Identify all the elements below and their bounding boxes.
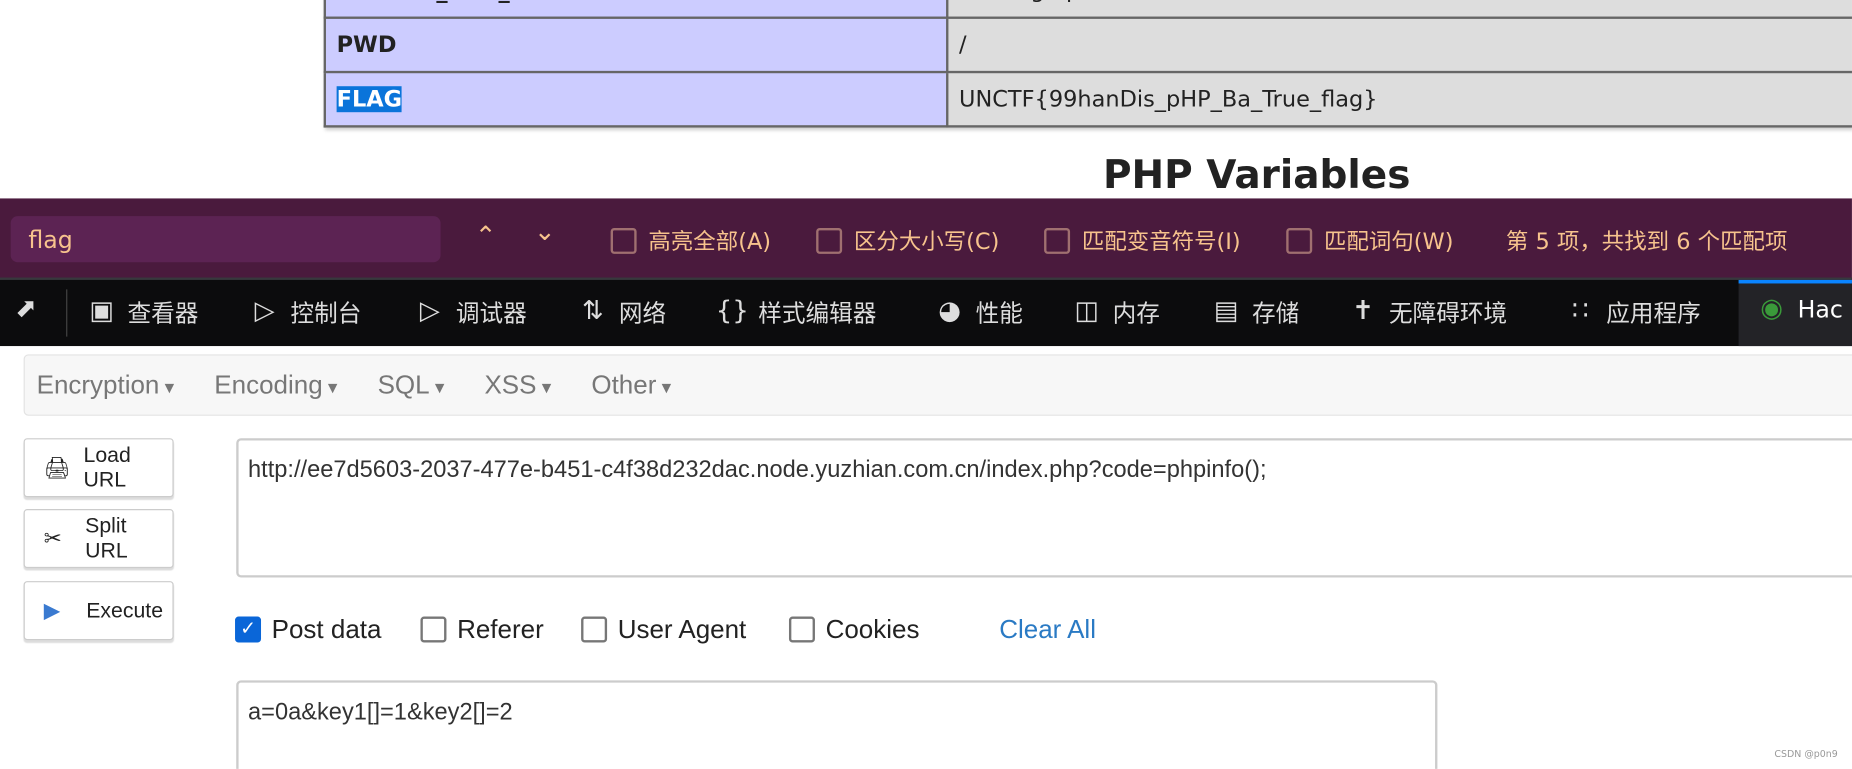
option-label: 匹配词句(W): [1324, 229, 1454, 256]
style-editor-icon: {}: [715, 296, 749, 326]
tab-label: 查看器: [127, 298, 199, 328]
env-name: PWD: [323, 16, 949, 74]
match-status: 第 5 项，共找到 6 个匹配项: [1505, 229, 1788, 256]
hackbar-menu: Encryption Encoding SQL XSS Other: [23, 354, 1852, 416]
accessibility-icon: ✝: [1352, 296, 1374, 326]
menu-encryption[interactable]: Encryption: [37, 370, 175, 401]
tab-label: Hac: [1797, 294, 1843, 324]
table-row: APACHE_LOG_DIR/var/log/apache2: [323, 0, 1852, 19]
play-icon: ▶: [43, 598, 61, 622]
match-case-checkbox[interactable]: 区分大小写(C): [816, 224, 999, 256]
tab-label: 无障碍环境: [1388, 298, 1508, 328]
tab-network[interactable]: ⇅ 网络: [576, 294, 666, 328]
chevron-up-icon[interactable]: ⌃: [475, 222, 497, 252]
clear-all-link[interactable]: Clear All: [999, 614, 1096, 645]
tab-label: 性能: [975, 298, 1023, 328]
tab-console[interactable]: ▷ 控制台: [248, 294, 362, 328]
menu-other[interactable]: Other: [591, 370, 671, 401]
env-name-highlighted: FLAG: [336, 86, 403, 113]
tab-application[interactable]: ∷ 应用程序: [1564, 294, 1701, 328]
menu-encoding[interactable]: Encoding: [214, 370, 337, 401]
env-value: UNCTF{99hanDis_pHP_Ba_True_flag}: [946, 70, 1852, 128]
tab-label: 样式编辑器: [758, 298, 877, 328]
option-label: Cookies: [825, 614, 920, 644]
scissors-icon: ✂: [43, 526, 62, 550]
user-agent-checkbox[interactable]: User Agent: [581, 614, 746, 645]
network-icon: ⇅: [582, 296, 604, 326]
execute-button[interactable]: ▶ Execute: [23, 581, 174, 641]
button-label: Load URL: [83, 442, 131, 492]
element-picker-icon[interactable]: ⬈: [9, 294, 42, 324]
console-icon: ▷: [254, 296, 275, 326]
storage-icon: ▤: [1213, 296, 1239, 326]
tab-style-editor[interactable]: {} 样式编辑器: [716, 294, 877, 328]
chevron-down-icon[interactable]: ⌄: [534, 217, 556, 247]
option-label: 区分大小写(C): [853, 229, 1000, 256]
url-textarea[interactable]: http://ee7d5603-2037-477e-b451-c4f38d232…: [236, 438, 1852, 578]
tab-label: 应用程序: [1606, 298, 1701, 328]
post-data-textarea[interactable]: a=0a&key1[]=1&key2[]=2: [236, 680, 1438, 769]
option-label: 匹配变音符号(I): [1081, 229, 1241, 256]
split-url-button[interactable]: ✂ Split URL: [23, 509, 174, 569]
match-diacritics-checkbox[interactable]: 匹配变音符号(I): [1044, 224, 1241, 256]
table-row: FLAG UNCTF{99hanDis_pHP_Ba_True_flag}: [323, 70, 1852, 128]
performance-icon: ◕: [938, 296, 961, 326]
hackbar-icon: ◉: [1760, 294, 1783, 324]
find-input[interactable]: [10, 216, 441, 263]
memory-icon: ◫: [1074, 296, 1099, 326]
env-value: /: [946, 16, 1852, 74]
debugger-icon: ▷: [419, 296, 440, 326]
tab-storage[interactable]: ▤ 存储: [1209, 294, 1300, 328]
env-name: APACHE_LOG_DIR: [323, 0, 949, 19]
option-label: Referer: [457, 614, 544, 644]
post-data-checkbox[interactable]: ✓ Post data: [235, 614, 381, 645]
table-row: PWD /: [323, 16, 1852, 74]
tab-memory[interactable]: ◫ 内存: [1070, 294, 1160, 328]
menu-xss[interactable]: XSS: [484, 370, 551, 401]
menu-sql[interactable]: SQL: [378, 370, 445, 401]
devtools-toolbar: ⬈ ▣ 查看器 ▷ 控制台 ▷ 调试器 ⇅ 网络 {} 样式编辑器 ◕ 性能 ◫ 内存 ▤ 存储…: [0, 277, 1852, 347]
tab-label: 控制台: [290, 298, 362, 328]
tab-label: 网络: [618, 298, 667, 328]
option-label: User Agent: [617, 614, 747, 644]
divider: [66, 289, 68, 337]
highlight-all-checkbox[interactable]: 高亮全部(A): [610, 224, 772, 256]
tab-hackbar[interactable]: ◉ Hac: [1738, 279, 1852, 347]
cookies-checkbox[interactable]: Cookies: [788, 614, 920, 645]
php-env-table: APACHE_LOG_DIR/var/log/apache2 PWD/ FLAG…: [323, 0, 1852, 128]
application-icon: ∷: [1572, 296, 1589, 326]
env-value: /var/log/apache2: [946, 0, 1852, 19]
button-label: Split URL: [85, 513, 128, 563]
tab-inspector[interactable]: ▣ 查看器: [85, 294, 198, 328]
tab-performance[interactable]: ◕ 性能: [933, 294, 1023, 328]
find-bar: ⌃ ⌄ 高亮全部(A) 区分大小写(C) 匹配变音符号(I) 匹配词句(W) 第…: [0, 198, 1852, 278]
tab-label: 存储: [1251, 298, 1300, 328]
load-icon: 🖨: [43, 455, 71, 479]
option-label: Post data: [271, 614, 382, 644]
button-label: Execute: [86, 598, 164, 622]
tab-label: 内存: [1112, 298, 1160, 328]
option-label: 高亮全部(A): [648, 229, 772, 256]
tab-debugger[interactable]: ▷ 调试器: [413, 294, 527, 328]
watermark: CSDN @p0n9: [1774, 748, 1838, 760]
whole-words-checkbox[interactable]: 匹配词句(W): [1286, 224, 1453, 256]
referer-checkbox[interactable]: Referer: [420, 614, 544, 645]
tab-accessibility[interactable]: ✝ 无障碍环境: [1346, 294, 1507, 328]
inspector-icon: ▣: [89, 296, 114, 326]
section-heading: PHP Variables: [1102, 151, 1411, 198]
tab-label: 调试器: [455, 298, 527, 328]
load-url-button[interactable]: 🖨 Load URL: [23, 438, 174, 498]
